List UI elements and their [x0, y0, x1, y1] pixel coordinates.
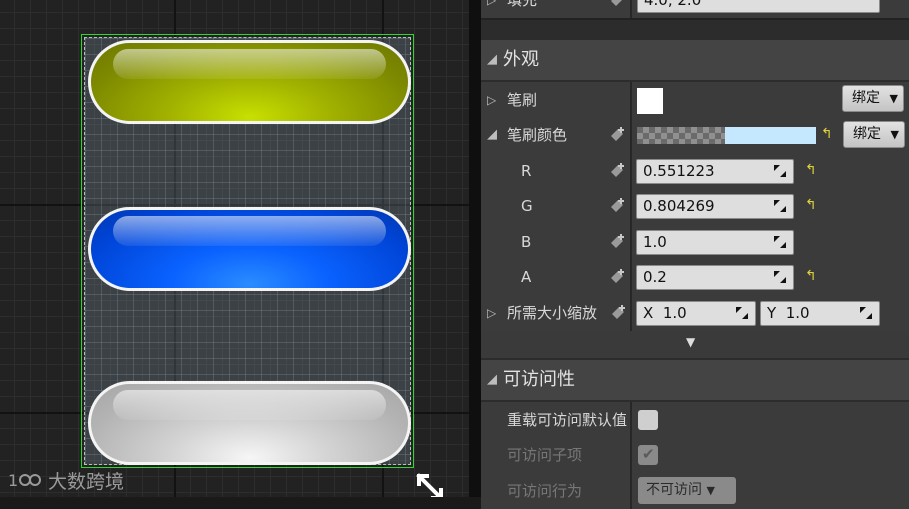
accessible-behavior-combo[interactable]: 不可访问 ▼	[638, 477, 736, 504]
brush-color-row: ◢ 笔刷颜色 ↰ 绑定 ▼	[481, 117, 909, 153]
category-accessibility[interactable]: ◢ 可访问性	[481, 360, 909, 400]
spin-handle-icon[interactable]	[773, 164, 787, 178]
a-row: A 0.2 ↰	[481, 259, 909, 295]
collapse-triangle-icon[interactable]: ◢	[487, 117, 497, 153]
accessible-behavior-row: 可访问行为 不可访问 ▼	[481, 473, 909, 509]
expand-triangle-icon[interactable]: ▷	[487, 82, 496, 118]
g-label: G	[521, 197, 533, 215]
override-accessible-defaults-checkbox[interactable]	[638, 410, 658, 430]
scale-x-field[interactable]: X 1.0	[636, 301, 756, 326]
watermark-text: 大数跨境	[48, 470, 125, 493]
r-value: 0.551223	[643, 162, 715, 180]
scale-y-field[interactable]: Y 1.0	[760, 301, 880, 326]
collapse-triangle-icon[interactable]: ◢	[487, 360, 497, 400]
a-value-field[interactable]: 0.2	[636, 265, 794, 290]
desired-size-scale-label: 所需大小缩放	[507, 304, 598, 322]
checkmark-icon: ✔	[642, 445, 655, 463]
spin-handle-icon[interactable]	[773, 235, 787, 249]
brush-bind-button[interactable]: 绑定 ▼	[842, 85, 904, 112]
spin-handle-icon[interactable]	[859, 306, 873, 320]
bind-label: 绑定	[852, 90, 880, 106]
expand-triangle-icon[interactable]: ▷	[487, 0, 496, 18]
reset-to-default-icon[interactable]: ↰	[805, 162, 819, 178]
category-accessibility-label: 可访问性	[503, 369, 575, 390]
override-accessible-defaults-row: 重载可访问默认值	[481, 402, 909, 438]
spin-handle-icon[interactable]	[773, 199, 787, 213]
details-panel: ▷ 填充 4.0, 2.0 ◢ 外观 ▷ 笔刷 绑定 ▼ ◢ 笔刷颜色 ↰ 绑定…	[481, 0, 909, 509]
spin-handle-icon[interactable]	[735, 306, 749, 320]
panel-splitter[interactable]	[469, 0, 481, 497]
a-label: A	[521, 268, 532, 286]
reset-to-default-icon[interactable]: ↰	[805, 268, 819, 284]
reset-to-default-icon[interactable]: ↰	[821, 126, 835, 142]
r-value-field[interactable]: 0.551223	[636, 159, 794, 184]
category-appearance-label: 外观	[503, 49, 539, 70]
key-frame-icon[interactable]	[608, 0, 626, 9]
accessible-behavior-value: 不可访问	[646, 482, 702, 498]
r-label: R	[521, 162, 532, 180]
watermark-logo-icon: 1	[8, 471, 41, 490]
chevron-down-icon: ▼	[686, 335, 696, 349]
key-frame-icon[interactable]	[608, 197, 626, 215]
brush-row: ▷ 笔刷 绑定 ▼	[481, 82, 909, 118]
g-row: G 0.804269 ↰	[481, 188, 909, 224]
svg-text:1: 1	[8, 471, 18, 490]
yellow-button[interactable]	[88, 40, 411, 124]
bind-label: 绑定	[853, 126, 881, 142]
padding-label: 填充	[507, 0, 538, 9]
a-value: 0.2	[643, 268, 667, 286]
key-frame-icon[interactable]	[608, 268, 626, 286]
g-value-field[interactable]: 0.804269	[636, 194, 794, 219]
g-value: 0.804269	[643, 197, 715, 215]
brush-color-label: 笔刷颜色	[507, 126, 568, 144]
category-appearance[interactable]: ◢ 外观	[481, 40, 909, 80]
watermark: 1 大数跨境	[8, 467, 124, 493]
key-frame-icon[interactable]	[609, 304, 627, 322]
accessible-children-label: 可访问子项	[507, 446, 583, 464]
padding-row: ▷ 填充 4.0, 2.0	[481, 0, 909, 18]
advanced-expander[interactable]: ▼	[481, 331, 909, 358]
dropdown-arrow-icon: ▼	[890, 128, 899, 141]
accessible-behavior-label: 可访问行为	[507, 482, 583, 500]
override-accessible-defaults-label: 重载可访问默认值	[507, 411, 628, 429]
brush-label: 笔刷	[507, 91, 538, 109]
scale-y-label: Y	[767, 304, 777, 322]
desired-size-scale-row: ▷ 所需大小缩放 X 1.0 Y 1.0	[481, 295, 909, 331]
button-gloss	[113, 390, 386, 420]
b-label: B	[521, 233, 532, 251]
scale-y-value: 1.0	[785, 304, 810, 322]
blue-button[interactable]	[88, 207, 411, 291]
dropdown-arrow-icon: ▼	[706, 484, 715, 497]
accessible-children-row: 可访问子项 ✔	[481, 437, 909, 473]
accessible-children-checkbox[interactable]: ✔	[638, 445, 658, 465]
dropdown-arrow-icon: ▼	[889, 92, 898, 105]
spin-handle-icon[interactable]	[773, 270, 787, 284]
brush-color-bind-button[interactable]: 绑定 ▼	[843, 121, 905, 148]
b-row: B 1.0	[481, 224, 909, 260]
key-frame-icon[interactable]	[608, 126, 626, 144]
expand-triangle-icon[interactable]: ▷	[487, 295, 496, 331]
b-value: 1.0	[643, 233, 667, 251]
button-gloss	[113, 216, 386, 246]
key-frame-icon[interactable]	[608, 233, 626, 251]
brush-swatch[interactable]	[637, 88, 663, 114]
brush-color-bar[interactable]	[637, 127, 816, 144]
key-frame-icon[interactable]	[608, 162, 626, 180]
selected-widget-frame[interactable]	[81, 34, 414, 468]
resize-handle-icon[interactable]	[415, 472, 445, 497]
gray-button[interactable]	[88, 381, 411, 465]
padding-field[interactable]: 4.0, 2.0	[637, 0, 880, 13]
b-value-field[interactable]: 1.0	[636, 230, 794, 255]
reset-to-default-icon[interactable]: ↰	[805, 197, 819, 213]
scale-x-label: X	[643, 304, 654, 322]
button-gloss	[113, 49, 386, 79]
collapse-triangle-icon[interactable]: ◢	[487, 40, 497, 80]
r-row: R 0.551223 ↰	[481, 153, 909, 189]
widget-canvas[interactable]	[84, 37, 411, 465]
scale-x-value: 1.0	[662, 304, 687, 322]
designer-viewport[interactable]: 1 大数跨境	[0, 0, 469, 497]
